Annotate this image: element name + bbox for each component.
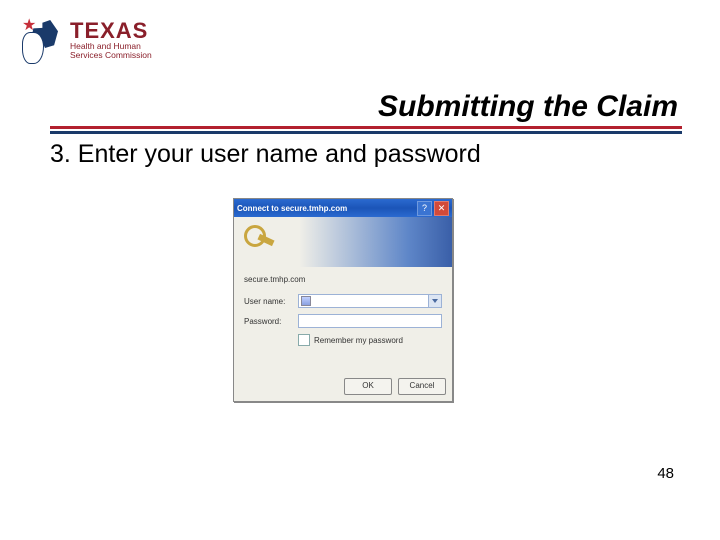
- page-number: 48: [657, 465, 674, 482]
- checkbox-icon: [298, 334, 310, 346]
- dialog-buttons: OK Cancel: [234, 374, 452, 401]
- rule-blue: [50, 131, 682, 134]
- help-button[interactable]: ?: [417, 201, 432, 216]
- title-block: Submitting the Claim: [50, 90, 682, 134]
- user-icon: [301, 296, 311, 306]
- logo-line2: Services Commission: [70, 51, 152, 61]
- username-label: User name:: [244, 297, 298, 306]
- slide-title: Submitting the Claim: [50, 90, 682, 126]
- close-button[interactable]: ✕: [434, 201, 449, 216]
- cancel-button[interactable]: Cancel: [398, 378, 446, 395]
- password-field[interactable]: [298, 314, 442, 328]
- dialog-titlebar: Connect to secure.tmhp.com ? ✕: [234, 199, 452, 217]
- auth-dialog: Connect to secure.tmhp.com ? ✕ secure.tm…: [233, 198, 453, 402]
- username-field[interactable]: [298, 294, 442, 308]
- dialog-banner: [234, 217, 452, 267]
- instruction-text: 3. Enter your user name and password: [50, 140, 670, 169]
- dialog-title: Connect to secure.tmhp.com: [237, 204, 415, 213]
- logo-mark: ★: [22, 18, 64, 64]
- username-row: User name:: [244, 294, 442, 308]
- logo-text: TEXAS Health and Human Services Commissi…: [70, 21, 152, 61]
- keys-icon: [242, 223, 278, 259]
- ok-button[interactable]: OK: [344, 378, 392, 395]
- remember-label: Remember my password: [314, 336, 403, 345]
- dialog-host: secure.tmhp.com: [244, 275, 442, 284]
- password-row: Password:: [244, 314, 442, 328]
- remember-checkbox[interactable]: Remember my password: [298, 334, 442, 346]
- star-icon: ★: [22, 18, 36, 34]
- chevron-down-icon: [432, 299, 438, 303]
- slide: ★ TEXAS Health and Human Services Commis…: [0, 0, 720, 540]
- password-label: Password:: [244, 317, 298, 326]
- rule-red: [50, 126, 682, 129]
- logo-brand: TEXAS: [70, 21, 152, 42]
- org-logo: ★ TEXAS Health and Human Services Commis…: [22, 18, 152, 64]
- dialog-body: secure.tmhp.com User name: Password: Rem…: [234, 267, 452, 352]
